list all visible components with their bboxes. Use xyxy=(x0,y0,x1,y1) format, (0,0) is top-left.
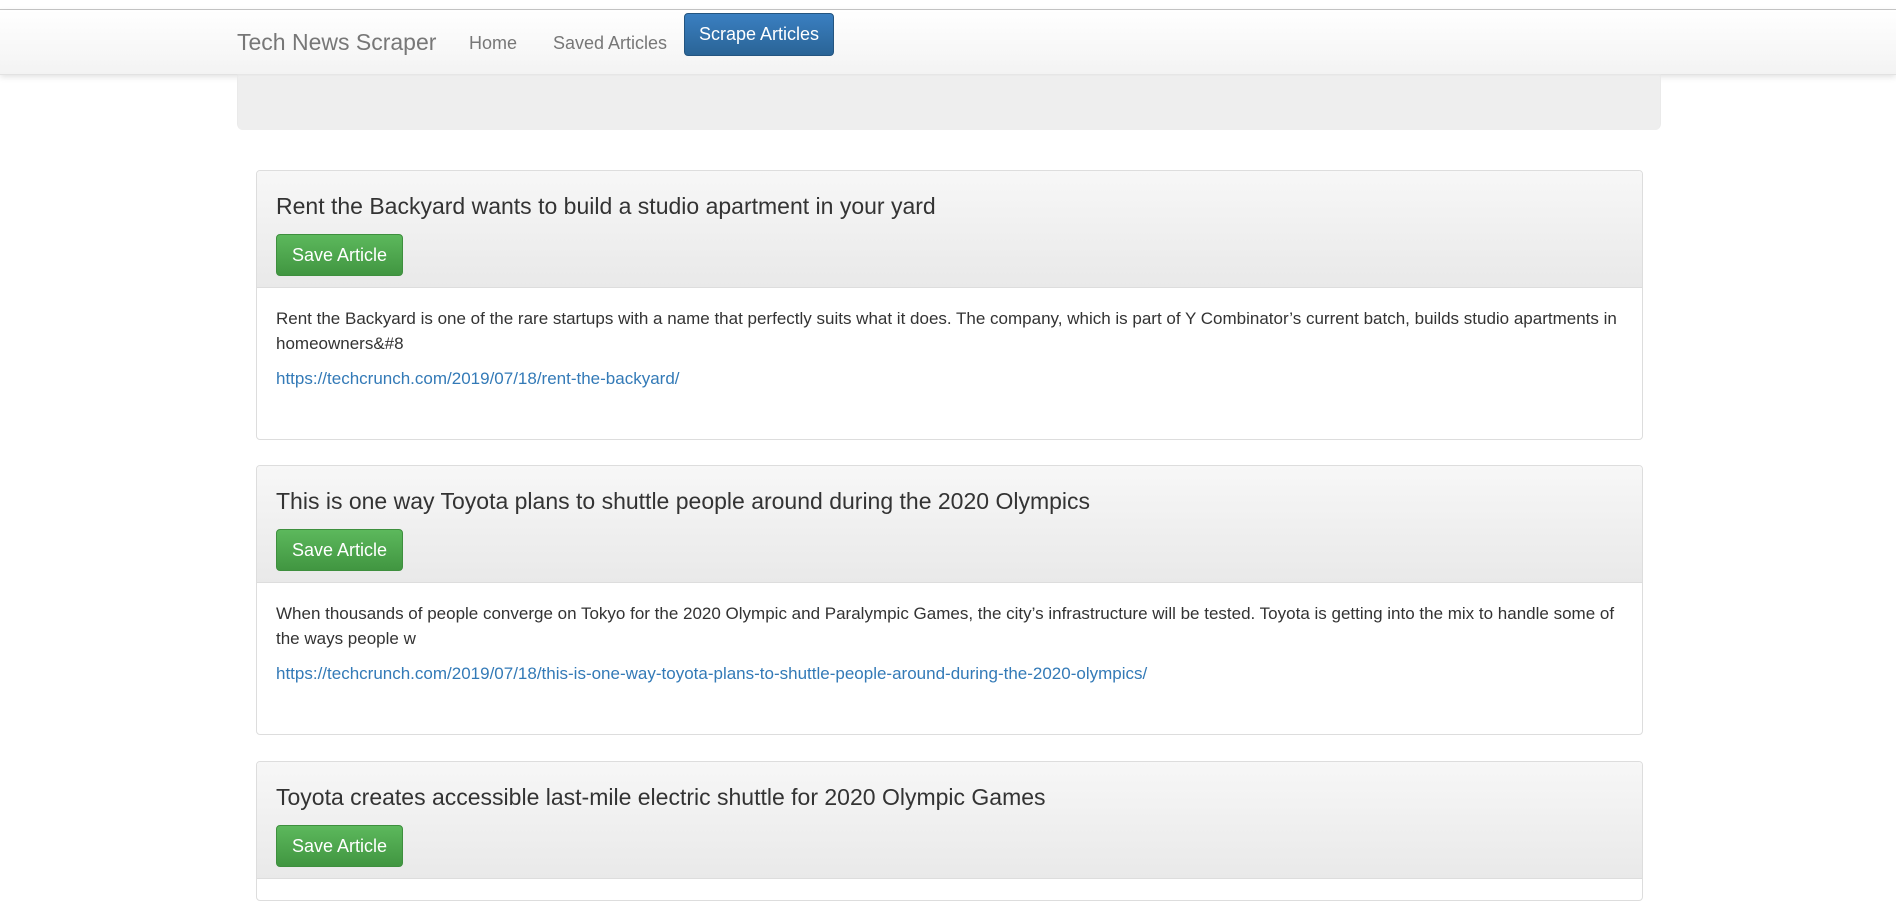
article-title: This is one way Toyota plans to shuttle … xyxy=(276,488,1091,514)
article-panel: This is one way Toyota plans to shuttle … xyxy=(256,465,1643,735)
article-panel-heading: This is one way Toyota plans to shuttle … xyxy=(257,466,1642,583)
article-panel-heading: Toyota creates accessible last-mile elec… xyxy=(257,762,1642,879)
save-article-button[interactable]: Save Article xyxy=(276,529,403,571)
article-panel: Toyota creates accessible last-mile elec… xyxy=(256,761,1643,901)
article-panel-body: When thousands of people converge on Tok… xyxy=(257,583,1642,733)
article-link[interactable]: https://techcrunch.com/2019/07/18/this-i… xyxy=(276,664,1147,684)
article-panel: Rent the Backyard wants to build a studi… xyxy=(256,170,1643,440)
article-title: Rent the Backyard wants to build a studi… xyxy=(276,193,936,219)
article-panel-body: Rent the Backyard is one of the rare sta… xyxy=(257,288,1642,438)
navbar: Tech News Scraper Home Saved Articles Sc… xyxy=(0,10,1896,75)
save-article-button[interactable]: Save Article xyxy=(276,234,403,276)
header-jumbotron xyxy=(237,74,1661,130)
nav-home-link[interactable]: Home xyxy=(469,33,517,54)
article-link[interactable]: https://techcrunch.com/2019/07/18/rent-t… xyxy=(276,369,680,389)
article-summary: Rent the Backyard is one of the rare sta… xyxy=(276,309,1617,353)
save-article-button[interactable]: Save Article xyxy=(276,825,403,867)
article-title: Toyota creates accessible last-mile elec… xyxy=(276,784,1046,810)
scrape-articles-button[interactable]: Scrape Articles xyxy=(684,13,834,56)
nav-saved-articles-link[interactable]: Saved Articles xyxy=(553,33,667,54)
brand-title[interactable]: Tech News Scraper xyxy=(237,29,436,56)
article-summary: When thousands of people converge on Tok… xyxy=(276,604,1615,648)
article-panel-heading: Rent the Backyard wants to build a studi… xyxy=(257,171,1642,288)
